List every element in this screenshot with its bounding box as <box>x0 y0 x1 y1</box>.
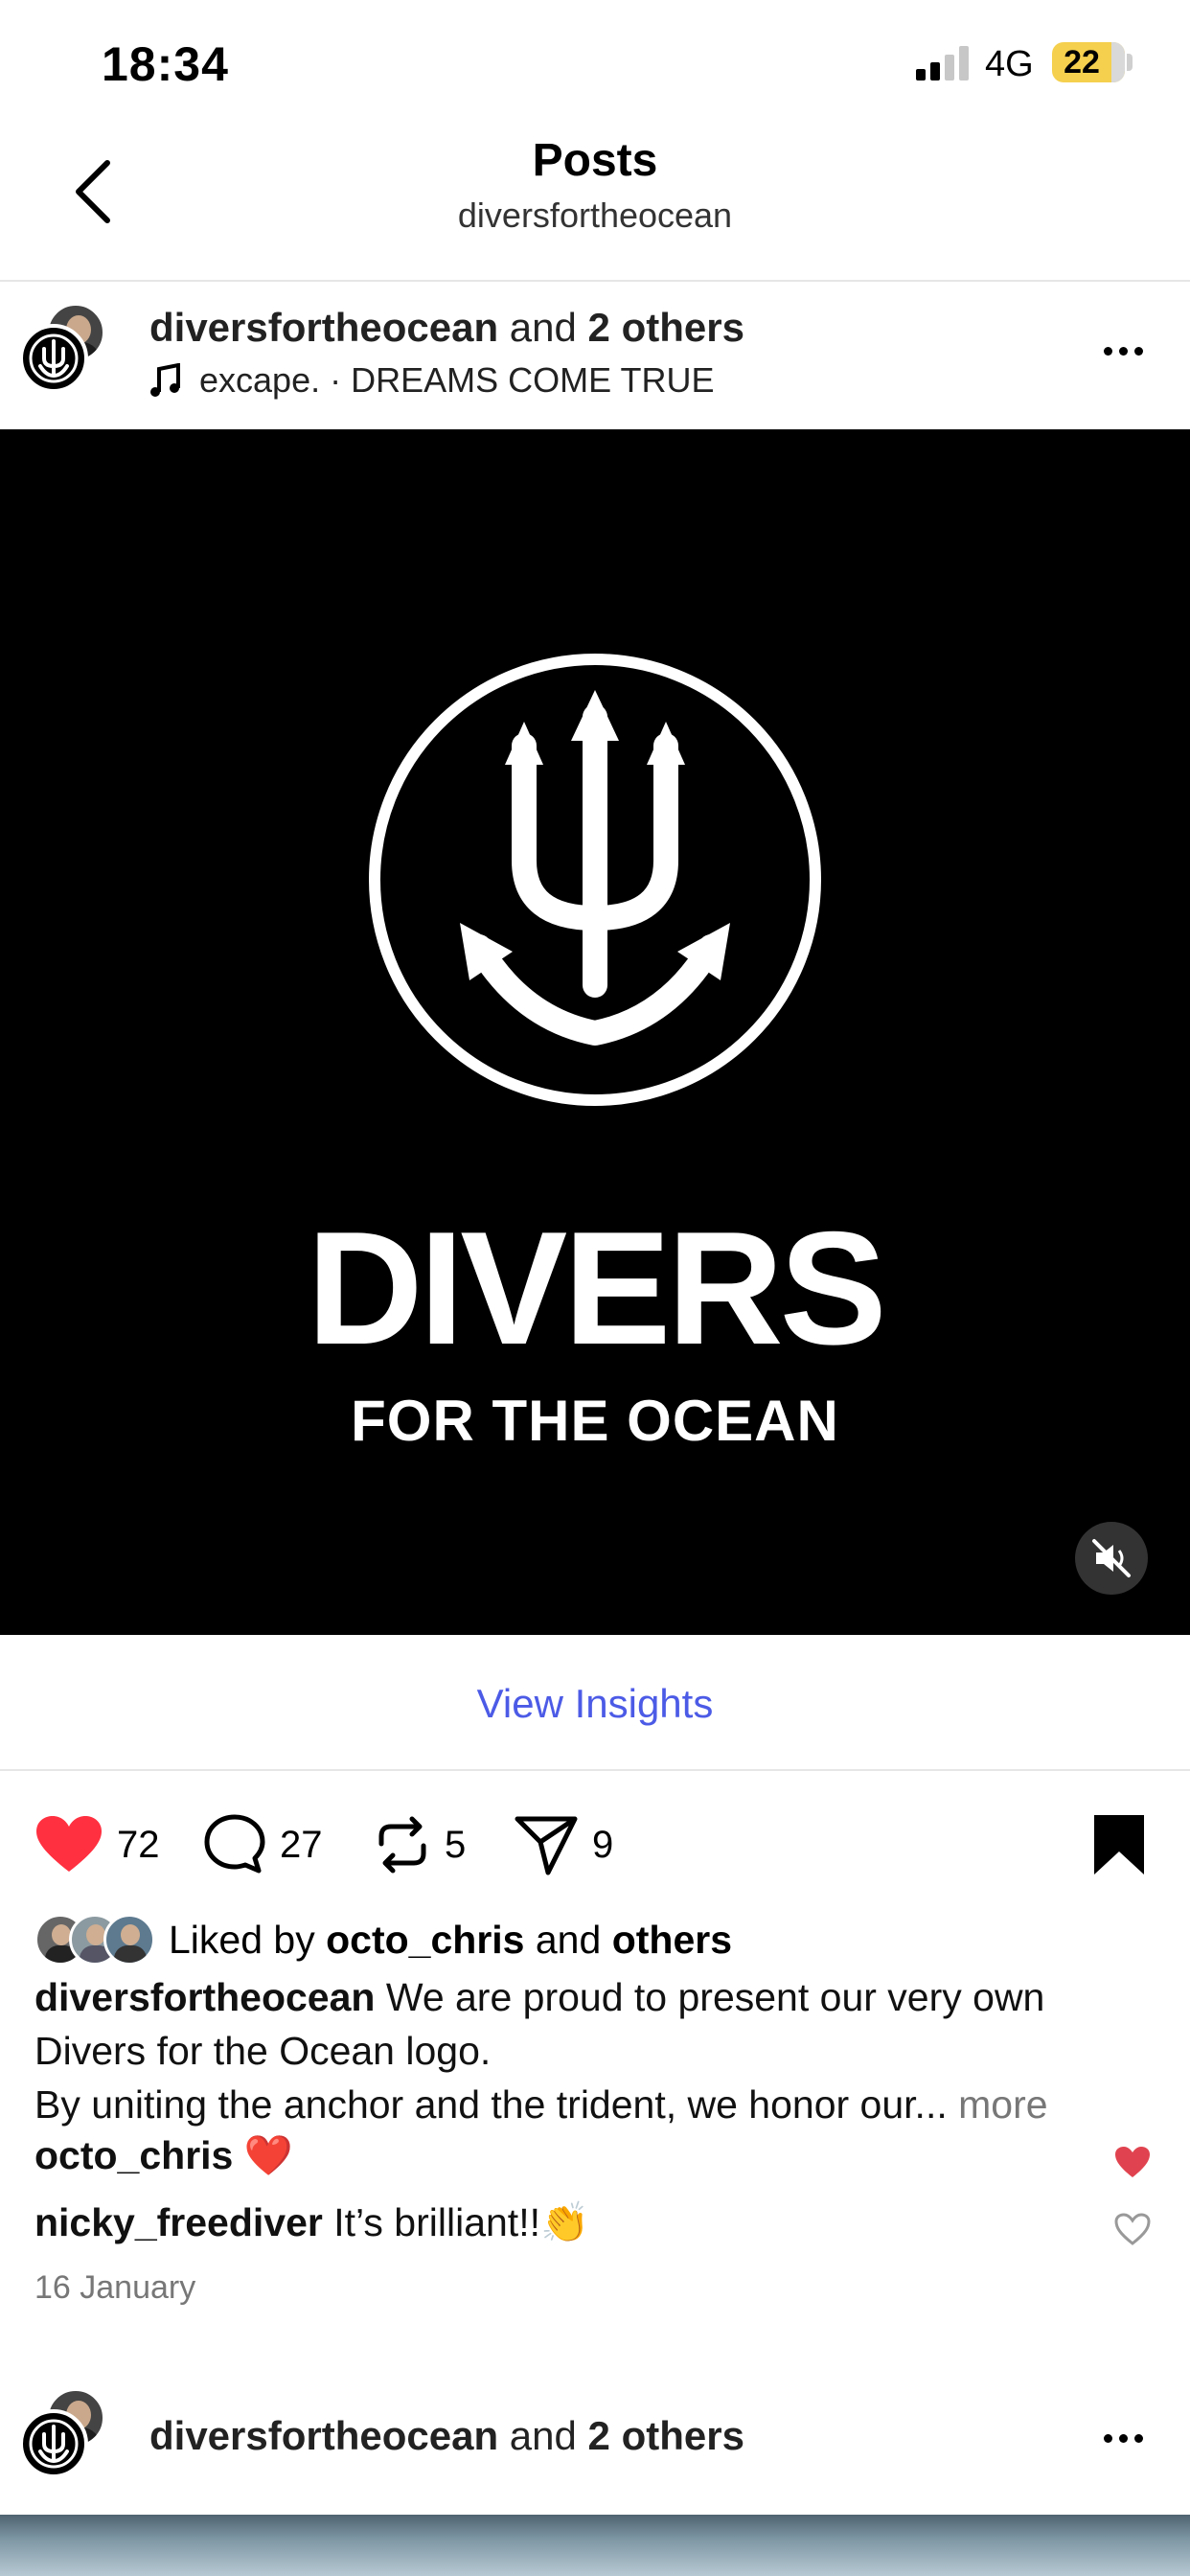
like-action[interactable]: 72 <box>34 1811 160 1878</box>
status-time: 18:34 <box>102 37 229 91</box>
brand-avatar <box>19 324 88 393</box>
post-avatar-stack[interactable] <box>19 2388 115 2484</box>
comment-icon[interactable] <box>203 1813 266 1876</box>
liked-by-line[interactable]: Liked by octo_chris and others <box>34 1911 732 1968</box>
share-count: 9 <box>592 1823 614 1866</box>
comment-row: octo_chris ❤️ <box>34 2133 293 2179</box>
caption-username[interactable]: diversfortheocean <box>34 1975 375 2019</box>
battery-level: 22 <box>1064 44 1100 80</box>
view-insights-link[interactable]: View Insights <box>0 1635 1190 1769</box>
signal-icon <box>916 46 970 80</box>
status-bar: 18:34 4G 22 <box>0 0 1190 134</box>
liked-by-others[interactable]: others <box>612 1918 732 1963</box>
post-author-line[interactable]: diversfortheocean and 2 others <box>149 305 744 351</box>
post-username[interactable]: diversfortheocean <box>149 305 498 350</box>
comment-count: 27 <box>280 1823 323 1866</box>
caption-line2: By uniting the anchor and the trident, w… <box>34 2082 948 2127</box>
music-title: DREAMS COME TRUE <box>351 360 715 400</box>
repost-count: 5 <box>445 1823 467 1866</box>
comment-text: It’s brilliant!!👏 <box>333 2200 590 2244</box>
collab-and: and <box>509 305 577 350</box>
collab-others[interactable]: 2 others <box>588 2413 744 2458</box>
post-options-button[interactable] <box>1104 2430 1161 2450</box>
next-post-media[interactable] <box>0 2515 1190 2576</box>
heart-filled-icon <box>1115 2147 1150 2177</box>
brand-avatar <box>19 2409 88 2478</box>
comment-like-button[interactable] <box>1113 2212 1152 2246</box>
repost-icon[interactable] <box>374 1813 431 1876</box>
network-type: 4G <box>985 44 1034 84</box>
collab-and: and <box>509 2413 577 2458</box>
send-icon[interactable] <box>514 1813 579 1876</box>
heart-filled-icon[interactable] <box>34 1814 103 1875</box>
music-separator: · <box>330 360 342 400</box>
trident-logo-icon <box>29 2419 79 2469</box>
heart-outline-icon <box>1114 2213 1151 2245</box>
liked-by-prefix: Liked by <box>169 1917 315 1962</box>
page-subtitle: diversfortheocean <box>457 196 733 235</box>
header-divider <box>0 280 1190 282</box>
post-caption: diversfortheocean We are proud to presen… <box>34 1970 1156 2131</box>
music-line[interactable]: excape. · DREAMS COME TRUE <box>149 360 714 401</box>
music-artist: excape. <box>199 360 321 400</box>
page-title: Posts <box>532 135 658 186</box>
save-action[interactable] <box>1092 1811 1146 1878</box>
insights-divider <box>0 1769 1190 1771</box>
liker-avatar <box>103 1914 155 1966</box>
speaker-muted-icon <box>1092 1539 1131 1577</box>
comment-username[interactable]: octo_chris <box>34 2133 233 2177</box>
mute-button[interactable] <box>1075 1522 1148 1595</box>
caption-more-link[interactable]: more <box>958 2082 1047 2127</box>
battery-tip <box>1127 54 1133 71</box>
share-action[interactable]: 9 <box>514 1811 613 1878</box>
post-username[interactable]: diversfortheocean <box>149 2413 498 2458</box>
post-avatar-stack[interactable] <box>19 303 115 399</box>
liked-by-and: and <box>535 1917 602 1962</box>
post-options-button[interactable] <box>1104 343 1161 362</box>
music-note-icon <box>150 363 180 397</box>
bookmark-filled-icon[interactable] <box>1092 1813 1146 1876</box>
post-author-line[interactable]: diversfortheocean and 2 others <box>149 2413 744 2459</box>
brand-subtitle: FOR THE OCEAN <box>351 1389 839 1453</box>
post-date: 16 January <box>34 2269 196 2306</box>
brand-title: DIVERS <box>307 1198 887 1378</box>
collab-others[interactable]: 2 others <box>588 305 744 350</box>
comment-username[interactable]: nicky_freediver <box>34 2200 323 2244</box>
battery-icon: 22 <box>1052 42 1125 82</box>
trident-logo-icon <box>29 334 79 383</box>
post-media[interactable]: DIVERS FOR THE OCEAN <box>0 429 1190 1635</box>
comment-row: nicky_freediver It’s brilliant!!👏 <box>34 2200 589 2246</box>
liked-by-user[interactable]: octo_chris <box>326 1918 524 1963</box>
comment-like-button[interactable] <box>1113 2145 1152 2179</box>
comment-text: ❤️ <box>243 2133 293 2177</box>
repost-action[interactable]: 5 <box>374 1811 466 1878</box>
comment-action[interactable]: 27 <box>203 1811 323 1878</box>
trident-anchor-logo <box>369 654 821 1106</box>
like-count: 72 <box>117 1823 160 1866</box>
